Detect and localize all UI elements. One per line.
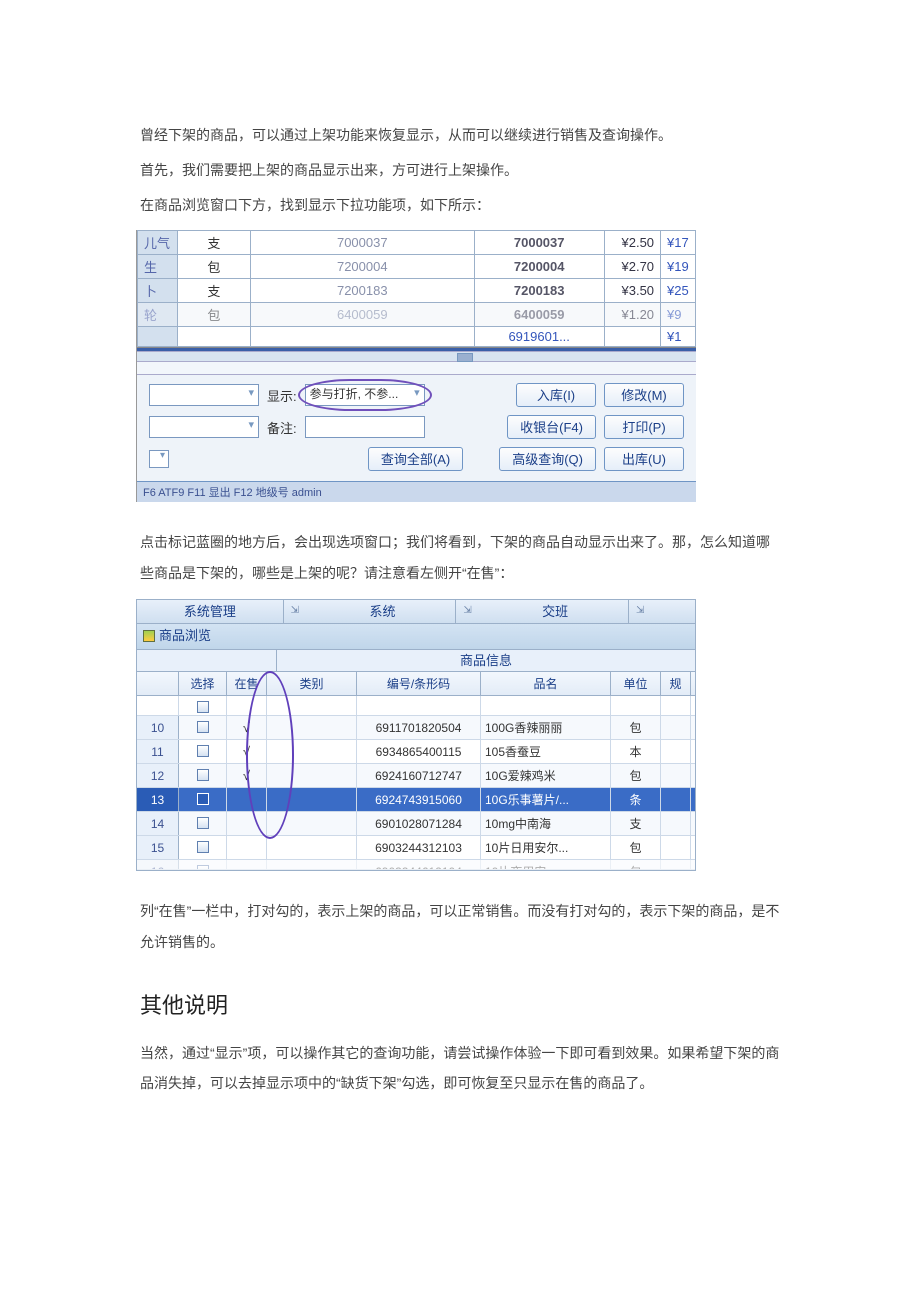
menu-shift[interactable]: 交班 xyxy=(482,600,629,623)
controls-panel: 显示: 参与打折, 不参... 入库(I) 修改(M) 备注: 收银台(F4) … xyxy=(137,375,696,481)
product-table-top: 儿气 支 7000037 7000037 ¥2.50 ¥17 生 包 72000… xyxy=(137,230,696,347)
column-headers: 选择 在售 类别 编号/条形码 品名 单位 规 xyxy=(137,672,695,696)
status-bar: F6 ATF9 F11 显出 F12 地级号 admin xyxy=(137,481,696,502)
filter-row[interactable] xyxy=(137,696,695,716)
checkbox-icon[interactable] xyxy=(197,793,209,805)
horizontal-scrollbar[interactable] xyxy=(137,351,696,361)
print-button[interactable]: 打印(P) xyxy=(604,415,684,439)
stockout-button[interactable]: 出库(U) xyxy=(604,447,684,471)
checkbox-icon[interactable] xyxy=(197,769,209,781)
screenshot-2: 系统管理 系统 交班 商品浏览 商品信息 选择 在售 类别 编号/条形码 品名 … xyxy=(136,599,696,871)
other-notes-heading: 其他说明 xyxy=(140,988,780,1020)
advanced-query-button[interactable]: 高级查询(Q) xyxy=(499,447,596,471)
menu-expand-icon[interactable] xyxy=(629,600,655,623)
checkbox-icon[interactable] xyxy=(197,701,209,713)
query-all-button[interactable]: 查询全部(A) xyxy=(368,447,463,471)
modify-button[interactable]: 修改(M) xyxy=(604,383,684,407)
cashier-button[interactable]: 收银台(F4) xyxy=(507,415,596,439)
table-row[interactable]: 14 6901028071284 10mg中南海 支 xyxy=(137,812,695,836)
col-onsale[interactable]: 在售 xyxy=(227,672,267,695)
show-label: 显示: xyxy=(267,386,297,405)
tab-title[interactable]: 商品浏览 xyxy=(137,624,695,650)
checkbox-icon[interactable] xyxy=(197,721,209,733)
remark-input[interactable] xyxy=(305,416,425,438)
intro-paragraph-2: 首先，我们需要把上架的商品显示出来，方可进行上架操作。 xyxy=(140,155,780,186)
intro-paragraph-1: 曾经下架的商品，可以通过上架功能来恢复显示，从而可以继续进行销售及查询操作。 xyxy=(140,120,780,151)
checkbox-icon[interactable] xyxy=(197,817,209,829)
checkbox-icon[interactable] xyxy=(197,865,209,869)
checkbox-icon[interactable] xyxy=(197,745,209,757)
product-browse-icon xyxy=(143,630,155,642)
table-row[interactable]: 11 √ 6934865400115 105香蚕豆 本 xyxy=(137,740,695,764)
col-unit[interactable]: 单位 xyxy=(611,672,661,695)
col-spec[interactable]: 规 xyxy=(661,672,691,695)
summary-row: 6919601... ¥1 xyxy=(138,327,696,347)
col-select[interactable]: 选择 xyxy=(179,672,227,695)
table-row[interactable]: 儿气 支 7000037 7000037 ¥2.50 ¥17 xyxy=(138,231,696,255)
explain-paragraph: 列“在售”一栏中，打对勾的，表示上架的商品，可以正常销售。而没有打对勾的，表示下… xyxy=(140,896,780,958)
mid-paragraph: 点击标记蓝圈的地方后，会出现选项窗口；我们将看到，下架的商品自动显示出来了。那，… xyxy=(140,527,780,589)
remark-label: 备注: xyxy=(267,418,297,437)
table-row-selected[interactable]: 13 6924743915060 10G乐事薯片/... 条 xyxy=(137,788,695,812)
filter-dropdown-1[interactable] xyxy=(149,384,259,406)
filter-dropdown-2[interactable] xyxy=(149,416,259,438)
menu-system-manage[interactable]: 系统管理 xyxy=(137,600,284,623)
table-row[interactable]: 生 包 7200004 7200004 ¥2.70 ¥19 xyxy=(138,255,696,279)
menu-system[interactable]: 系统 xyxy=(310,600,457,623)
group-header: 商品信息 xyxy=(137,650,695,672)
table-row[interactable]: 12 √ 6924160712747 10G爱辣鸡米 包 xyxy=(137,764,695,788)
menu-expand-icon[interactable] xyxy=(284,600,310,623)
table-row[interactable]: 16 6903244612104 10片夜用安… 包 xyxy=(137,860,695,870)
col-code[interactable]: 编号/条形码 xyxy=(357,672,481,695)
col-name[interactable]: 品名 xyxy=(481,672,611,695)
col-category[interactable]: 类别 xyxy=(267,672,357,695)
small-dropdown[interactable] xyxy=(149,450,169,468)
menu-expand-icon[interactable] xyxy=(456,600,482,623)
stockin-button[interactable]: 入库(I) xyxy=(516,383,596,407)
show-filter-dropdown[interactable]: 参与打折, 不参... xyxy=(305,384,425,406)
checkbox-icon[interactable] xyxy=(197,841,209,853)
menu-bar: 系统管理 系统 交班 xyxy=(137,600,695,624)
table-row[interactable]: 轮 包 6400059 6400059 ¥1.20 ¥9 xyxy=(138,303,696,327)
intro-paragraph-3: 在商品浏览窗口下方，找到显示下拉功能项，如下所示： xyxy=(140,190,780,221)
final-paragraph: 当然，通过“显示”项，可以操作其它的查询功能，请尝试操作体验一下即可看到效果。如… xyxy=(140,1038,780,1100)
tab-label: 商品浏览 xyxy=(159,623,211,649)
table-row[interactable]: 10 √ 6911701820504 100G香辣丽丽 包 xyxy=(137,716,695,740)
screenshot-1: 儿气 支 7000037 7000037 ¥2.50 ¥17 生 包 72000… xyxy=(136,230,696,502)
table-row[interactable]: 15 6903244312103 10片日用安尔... 包 xyxy=(137,836,695,860)
table-row[interactable]: 卜 支 7200183 7200183 ¥3.50 ¥25 xyxy=(138,279,696,303)
